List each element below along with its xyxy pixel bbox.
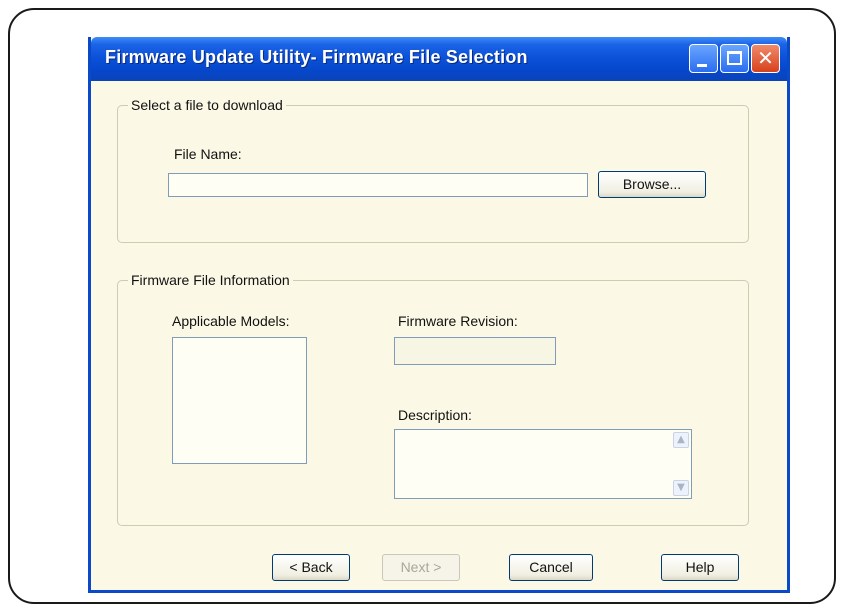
file-name-input[interactable] xyxy=(168,173,588,197)
minimize-icon xyxy=(697,64,707,67)
window-title: Firmware Update Utility- Firmware File S… xyxy=(105,47,528,67)
title-bar[interactable]: Firmware Update Utility- Firmware File S… xyxy=(91,37,787,81)
browse-button[interactable]: Browse... xyxy=(598,171,706,198)
maximize-button[interactable] xyxy=(720,44,749,73)
scroll-up-icon[interactable]: ▲ xyxy=(673,432,689,448)
description-textarea[interactable]: ▲ ▼ xyxy=(394,429,692,499)
cancel-button[interactable]: Cancel xyxy=(509,554,593,581)
firmware-info-legend: Firmware File Information xyxy=(128,272,293,288)
back-button[interactable]: < Back xyxy=(272,554,350,581)
help-button[interactable]: Help xyxy=(661,554,739,581)
file-selection-legend: Select a file to download xyxy=(128,97,286,113)
file-name-label: File Name: xyxy=(174,146,242,162)
dialog-window: Firmware Update Utility- Firmware File S… xyxy=(88,37,790,593)
next-button[interactable]: Next > xyxy=(382,554,460,581)
screenshot-frame: Firmware Update Utility- Firmware File S… xyxy=(8,8,836,604)
firmware-revision-label: Firmware Revision: xyxy=(398,313,518,329)
applicable-models-list[interactable] xyxy=(172,337,307,464)
close-icon: ✕ xyxy=(757,46,774,70)
description-label: Description: xyxy=(398,407,472,423)
minimize-button[interactable] xyxy=(689,44,718,73)
close-button[interactable]: ✕ xyxy=(751,44,780,73)
file-selection-group: Select a file to download File Name: Bro… xyxy=(117,97,749,243)
scroll-down-icon[interactable]: ▼ xyxy=(673,480,689,496)
maximize-icon xyxy=(727,51,742,65)
firmware-revision-field xyxy=(394,337,556,365)
firmware-info-group: Firmware File Information Applicable Mod… xyxy=(117,272,749,526)
applicable-models-label: Applicable Models: xyxy=(172,313,290,329)
